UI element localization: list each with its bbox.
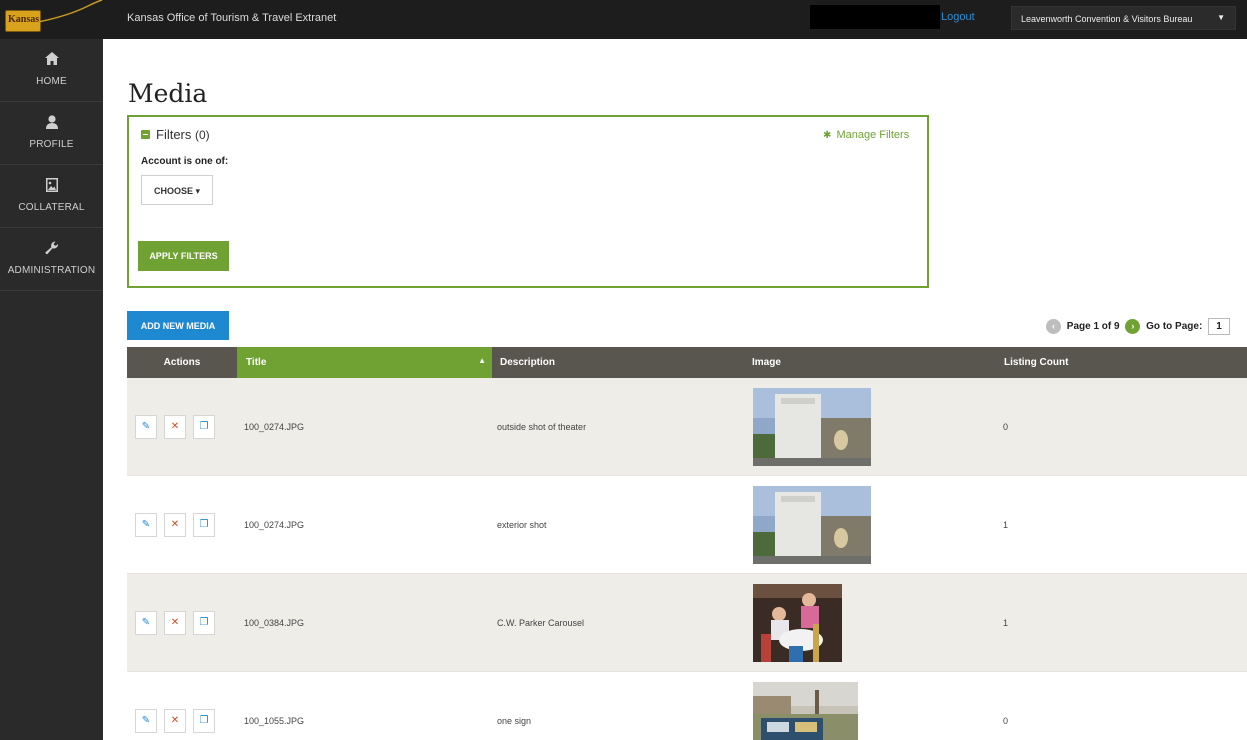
media-thumbnail[interactable] <box>753 486 871 569</box>
apply-filters-button[interactable]: APPLY FILTERS <box>138 241 229 271</box>
filters-title: Filters (0) <box>156 127 210 142</box>
column-header-title-label: Title <box>246 357 267 368</box>
column-header-actions: Actions <box>163 357 201 368</box>
pencil-icon: ✎ <box>141 617 151 628</box>
organization-select[interactable]: Leavenworth Convention & Visitors Bureau… <box>1011 6 1236 30</box>
column-header-image[interactable]: Image <box>748 347 993 378</box>
go-to-page-label: Go to Page: <box>1146 321 1203 332</box>
add-new-media-button[interactable]: ADD NEW MEDIA <box>127 311 229 340</box>
sidebar-item-profile[interactable]: PROFILE <box>0 102 103 165</box>
cell-title: 100_0384.JPG <box>244 618 305 628</box>
table-row: ✎ ✕ ❐ 100_0274.JPG outside shot of theat… <box>127 378 1247 476</box>
delete-button[interactable]: ✕ <box>164 513 186 537</box>
image-file-icon <box>0 178 103 197</box>
copy-button[interactable]: ❐ <box>193 611 215 635</box>
top-bar: Kansas Kansas Office of Tourism & Travel… <box>0 0 1247 39</box>
sidebar-item-label: PROFILE <box>29 139 74 150</box>
column-header-title[interactable]: Title ▲ <box>237 347 492 378</box>
copy-icon: ❐ <box>199 421 209 432</box>
edit-button[interactable]: ✎ <box>135 513 157 537</box>
copy-icon: ❐ <box>199 617 209 628</box>
cell-listing-count: 0 <box>1003 422 1009 432</box>
cell-description: one sign <box>497 716 532 726</box>
manage-filters-label: Manage Filters <box>836 129 910 141</box>
home-icon <box>0 52 103 70</box>
edit-button[interactable]: ✎ <box>135 415 157 439</box>
manage-filters-link[interactable]: ✱ Manage Filters <box>823 129 909 141</box>
close-icon: ✕ <box>170 421 180 432</box>
close-icon: ✕ <box>170 519 180 530</box>
wrench-icon <box>0 241 103 260</box>
sidebar-item-collateral[interactable]: COLLATERAL <box>0 165 103 228</box>
sort-ascending-icon: ▲ <box>478 356 486 365</box>
collapse-filters-icon[interactable] <box>141 130 150 139</box>
sidebar-item-label: COLLATERAL <box>18 202 85 213</box>
choose-account-dropdown[interactable]: CHOOSE ▾ <box>141 175 213 205</box>
organization-select-value: Leavenworth Convention & Visitors Bureau <box>1021 14 1193 24</box>
cell-listing-count: 0 <box>1003 716 1009 726</box>
cell-listing-count: 1 <box>1003 520 1009 530</box>
copy-button[interactable]: ❐ <box>193 513 215 537</box>
sidebar-item-home[interactable]: HOME <box>0 39 103 102</box>
media-thumbnail[interactable] <box>753 682 858 740</box>
table-row: ✎ ✕ ❐ 100_0274.JPG exterior shot 1 <box>127 476 1247 574</box>
copy-icon: ❐ <box>199 519 209 530</box>
media-thumbnail[interactable] <box>753 388 871 471</box>
account-filter-label: Account is one of: <box>141 156 229 167</box>
cell-title: 100_0274.JPG <box>244 422 305 432</box>
sidebar-item-administration[interactable]: ADMINISTRATION <box>0 228 103 291</box>
redacted-user-name <box>810 5 940 29</box>
cell-listing-count: 1 <box>1003 618 1009 628</box>
cell-description: outside shot of theater <box>497 422 587 432</box>
edit-button[interactable]: ✎ <box>135 709 157 733</box>
delete-button[interactable]: ✕ <box>164 415 186 439</box>
table-row: ✎ ✕ ❐ 100_0384.JPG C.W. Parker Carousel … <box>127 574 1247 672</box>
cell-title: 100_1055.JPG <box>244 716 305 726</box>
copy-button[interactable]: ❐ <box>193 415 215 439</box>
gear-icon: ✱ <box>823 130 832 141</box>
choose-label: CHOOSE <box>153 186 193 196</box>
next-page-icon[interactable]: › <box>1125 319 1141 334</box>
edit-button[interactable]: ✎ <box>135 611 157 635</box>
user-icon <box>0 115 103 134</box>
table-header: Actions Title ▲ Description Image Listin… <box>127 347 1247 378</box>
logo-text: Kansas <box>8 14 40 25</box>
sidebar-item-label: ADMINISTRATION <box>7 265 96 276</box>
filters-title-label: Filters <box>156 127 192 142</box>
column-header-description[interactable]: Description <box>492 347 748 378</box>
table-row: ✎ ✕ ❐ 100_1055.JPG one sign 0 <box>127 672 1247 740</box>
kansas-logo[interactable]: Kansas <box>0 0 103 39</box>
go-to-page-input[interactable]: 1 <box>1208 318 1231 335</box>
column-header-listing-count[interactable]: Listing Count <box>993 347 1247 378</box>
media-thumbnail[interactable] <box>753 584 842 667</box>
app-title: Kansas Office of Tourism & Travel Extran… <box>127 12 337 24</box>
copy-icon: ❐ <box>199 715 209 726</box>
filters-count: (0) <box>195 128 210 142</box>
logout-link[interactable]: Logout <box>941 11 975 23</box>
logo-badge: Kansas <box>5 10 41 32</box>
filter-panel: Filters (0) ✱ Manage Filters Account is … <box>127 115 929 288</box>
sidebar-item-label: HOME <box>36 76 67 87</box>
caret-down-icon: ▾ <box>195 186 201 196</box>
close-icon: ✕ <box>170 715 180 726</box>
cell-title: 100_0274.JPG <box>244 520 305 530</box>
caret-down-icon: ▼ <box>1217 13 1225 22</box>
sidebar: HOME PROFILE COLLATERAL ADMINISTRATION <box>0 39 103 740</box>
close-icon: ✕ <box>170 617 180 628</box>
cell-description: exterior shot <box>497 520 547 530</box>
pencil-icon: ✎ <box>141 715 151 726</box>
pencil-icon: ✎ <box>141 421 151 432</box>
copy-button[interactable]: ❐ <box>193 709 215 733</box>
logo-swoosh-icon <box>38 0 103 23</box>
pencil-icon: ✎ <box>141 519 151 530</box>
page-title: Media <box>128 79 208 108</box>
page-indicator: Page 1 of 9 <box>1066 321 1120 332</box>
pagination: ‹ Page 1 of 9 › Go to Page: 1 <box>1046 318 1231 335</box>
delete-button[interactable]: ✕ <box>164 611 186 635</box>
delete-button[interactable]: ✕ <box>164 709 186 733</box>
previous-page-icon[interactable]: ‹ <box>1046 319 1061 334</box>
cell-description: C.W. Parker Carousel <box>497 618 585 628</box>
